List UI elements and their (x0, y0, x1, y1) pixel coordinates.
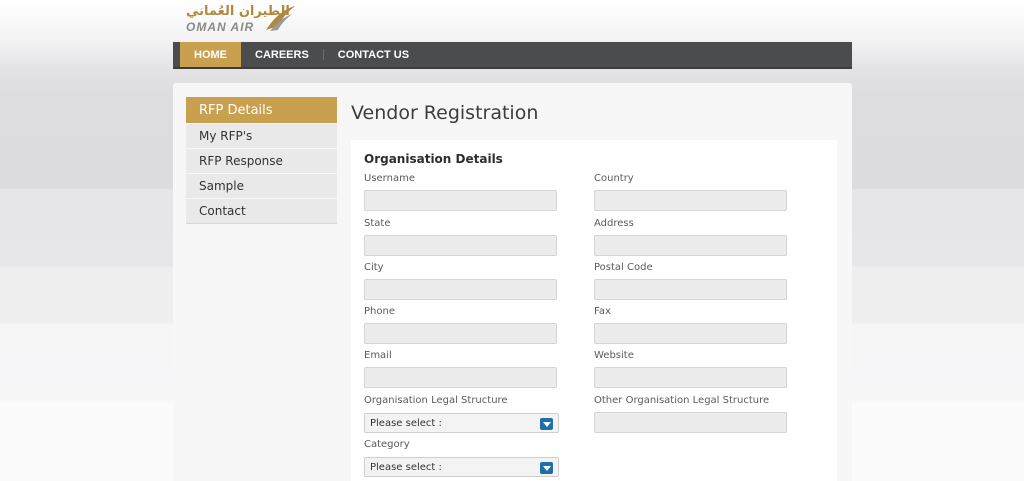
oman-air-logo[interactable]: الطيران العُماني OMAN AIR (186, 4, 298, 34)
address-input[interactable] (594, 235, 787, 256)
country-label: Country (594, 173, 634, 184)
sidebar: RFP Details My RFP's RFP Response Sample… (186, 97, 337, 224)
other-legal-structure-input[interactable] (594, 412, 787, 433)
address-label: Address (594, 218, 634, 229)
nav-careers[interactable]: CAREERS (241, 42, 323, 67)
section-title: Organisation Details (364, 152, 503, 166)
category-label: Category (364, 439, 410, 450)
website-label: Website (594, 350, 634, 361)
city-label: City (364, 262, 384, 273)
website-input[interactable] (594, 367, 787, 388)
state-label: State (364, 218, 391, 229)
phone-label: Phone (364, 306, 395, 317)
sidebar-item-rfp-response[interactable]: RFP Response (186, 148, 337, 173)
category-select[interactable]: Please select : (364, 457, 559, 477)
state-input[interactable] (364, 235, 557, 256)
sidebar-heading-rfp-details[interactable]: RFP Details (186, 97, 337, 123)
legal-structure-select[interactable]: Please select : (364, 413, 559, 433)
email-label: Email (364, 350, 392, 361)
chevron-down-icon[interactable] (540, 462, 553, 474)
phone-input[interactable] (364, 323, 557, 344)
other-legal-structure-label: Other Organisation Legal Structure (594, 395, 770, 406)
legal-structure-selected: Please select : (370, 417, 442, 429)
nav-contact-us[interactable]: CONTACT US (324, 42, 423, 67)
main-nav: HOME CAREERS CONTACT US (173, 42, 852, 69)
fax-input[interactable] (594, 323, 787, 344)
legal-structure-label: Organisation Legal Structure (364, 395, 508, 406)
sidebar-item-sample[interactable]: Sample (186, 173, 337, 198)
nav-home[interactable]: HOME (180, 42, 241, 67)
page-title: Vendor Registration (351, 102, 539, 124)
logo-latin-text: OMAN AIR (186, 20, 255, 34)
category-selected: Please select : (370, 461, 442, 473)
postal-code-label: Postal Code (594, 262, 653, 273)
sidebar-item-contact[interactable]: Contact (186, 198, 337, 223)
city-input[interactable] (364, 279, 557, 300)
username-label: Username (364, 173, 415, 184)
chevron-down-icon[interactable] (540, 418, 553, 430)
sidebar-item-my-rfps[interactable]: My RFP's (186, 123, 337, 148)
wing-logo-icon (266, 6, 295, 31)
email-input[interactable] (364, 367, 557, 388)
fax-label: Fax (594, 306, 611, 317)
postal-code-input[interactable] (594, 279, 787, 300)
country-input[interactable] (594, 190, 787, 211)
username-input[interactable] (364, 190, 557, 211)
